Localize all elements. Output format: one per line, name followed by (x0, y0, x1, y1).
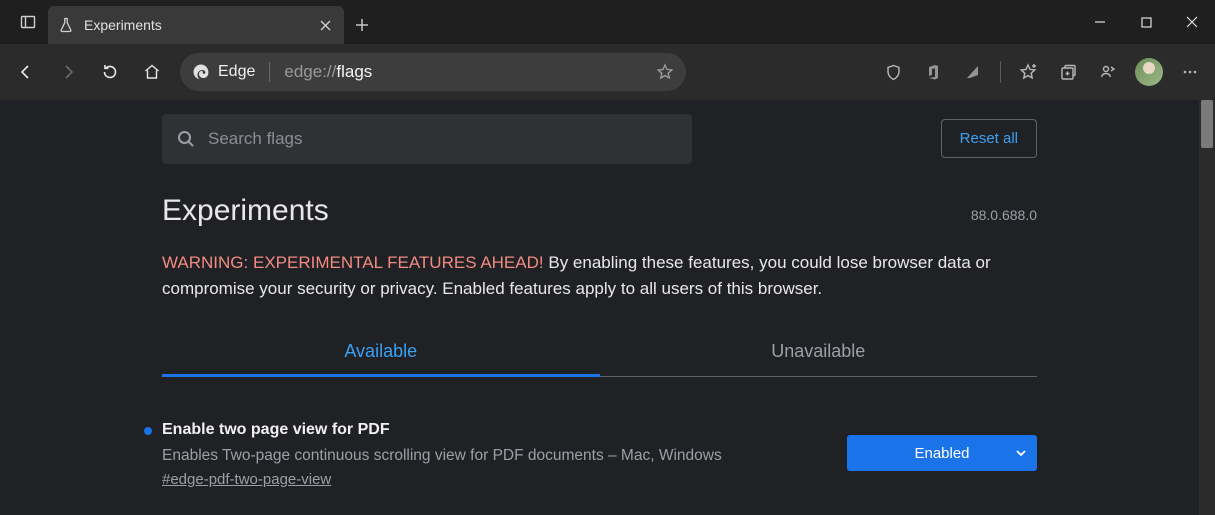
window-close-button[interactable] (1169, 0, 1215, 44)
window-maximize-button[interactable] (1123, 0, 1169, 44)
collections-icon[interactable] (1049, 52, 1087, 92)
profile-switch-icon[interactable] (1089, 52, 1127, 92)
flag-item: Enable two page view for PDF Enables Two… (162, 421, 1037, 489)
address-url: edge://flags (284, 62, 372, 82)
address-brand-label: Edge (218, 63, 255, 81)
tab-close-button[interactable] (316, 16, 334, 34)
version-label: 88.0.688.0 (971, 207, 1037, 223)
nav-forward-button[interactable] (48, 52, 88, 92)
favorites-icon[interactable] (1009, 52, 1047, 92)
flask-icon (58, 17, 74, 33)
search-icon (176, 129, 196, 149)
flag-state-select[interactable]: Enabled (847, 435, 1037, 471)
search-input[interactable]: Search flags (162, 114, 692, 164)
warning-text: WARNING: EXPERIMENTAL FEATURES AHEAD! By… (162, 250, 1037, 301)
search-placeholder: Search flags (208, 129, 303, 149)
edge-logo-icon (192, 63, 210, 81)
more-menu-button[interactable] (1171, 52, 1209, 92)
vertical-scrollbar[interactable] (1199, 100, 1215, 515)
flag-description: Enables Two-page continuous scrolling vi… (162, 447, 847, 465)
extension-icon[interactable] (954, 52, 992, 92)
page-heading: Experiments (162, 194, 329, 228)
profile-avatar[interactable] (1135, 58, 1163, 86)
search-area: Search flags Reset all (0, 100, 1215, 178)
tracking-prevention-icon[interactable] (874, 52, 912, 92)
titlebar: Experiments (0, 0, 1215, 44)
reset-all-button[interactable]: Reset all (941, 119, 1037, 158)
flag-title: Enable two page view for PDF (162, 421, 847, 439)
window-controls (1077, 0, 1215, 44)
flag-state-value: Enabled (914, 445, 969, 462)
warning-prefix: WARNING: EXPERIMENTAL FEATURES AHEAD! (162, 253, 544, 272)
favorite-star-icon[interactable] (656, 63, 674, 81)
page-body: Search flags Reset all Experiments 88.0.… (0, 100, 1215, 515)
tab-available[interactable]: Available (162, 341, 600, 376)
scrollbar-thumb[interactable] (1201, 100, 1213, 148)
nav-back-button[interactable] (6, 52, 46, 92)
office-icon[interactable] (914, 52, 952, 92)
address-divider (269, 62, 270, 82)
toolbar-separator (1000, 61, 1001, 83)
nav-refresh-button[interactable] (90, 52, 130, 92)
chevron-down-icon (1015, 447, 1027, 459)
tab-unavailable[interactable]: Unavailable (600, 341, 1038, 376)
tab-actions-button[interactable] (8, 0, 48, 44)
window-minimize-button[interactable] (1077, 0, 1123, 44)
toolbar: Edge edge://flags (0, 44, 1215, 100)
new-tab-button[interactable] (344, 6, 380, 44)
flag-anchor-link[interactable]: #edge-pdf-two-page-view (162, 471, 331, 488)
segment-tabs: Available Unavailable (162, 341, 1037, 377)
address-bar[interactable]: Edge edge://flags (180, 53, 686, 91)
modified-dot-icon (144, 427, 152, 435)
tab-title: Experiments (84, 17, 306, 33)
browser-tab[interactable]: Experiments (48, 6, 344, 44)
nav-home-button[interactable] (132, 52, 172, 92)
